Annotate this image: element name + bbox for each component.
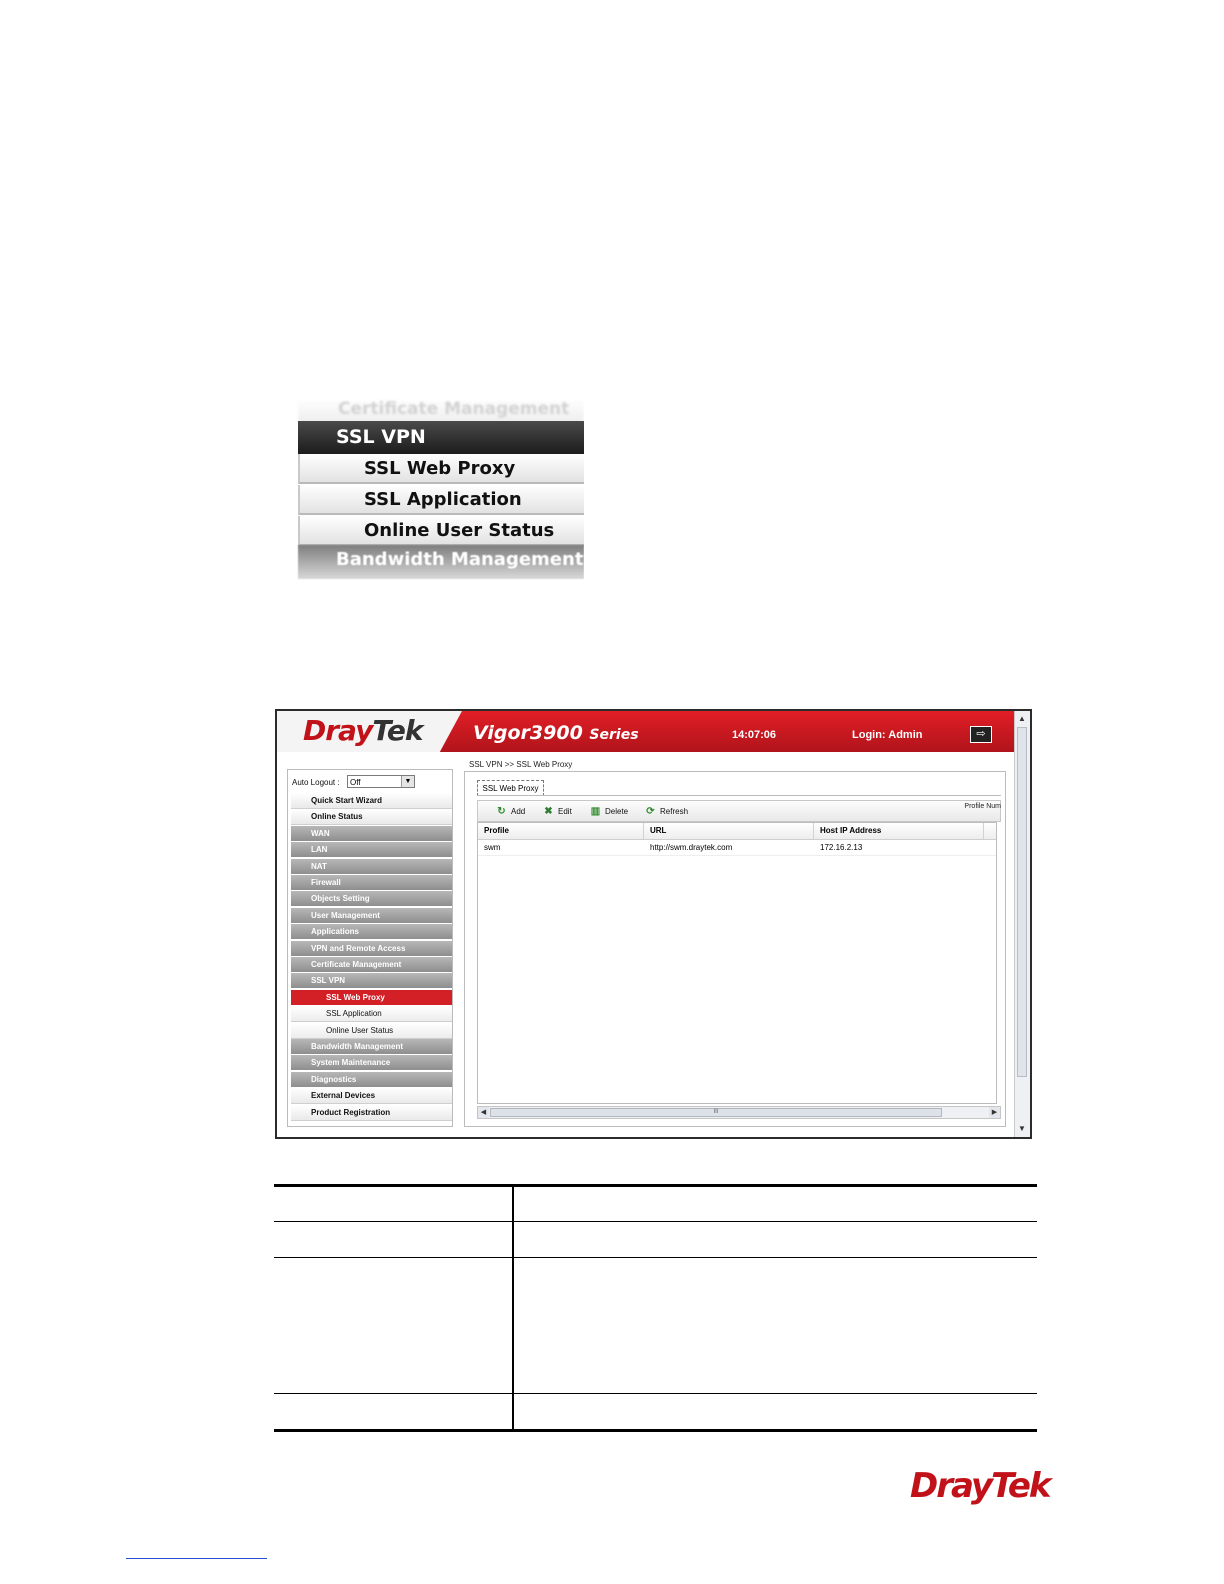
sidebar-item-nat[interactable]: NAT bbox=[291, 858, 452, 875]
zoomed-menu-snippet: Certificate Management SSL VPN SSL Web P… bbox=[278, 397, 584, 583]
refresh-button[interactable]: ⟳ Refresh bbox=[645, 805, 688, 819]
horizontal-scrollbar[interactable]: ◀ III ▶ bbox=[477, 1106, 1001, 1119]
system-clock: 14:07:06 bbox=[732, 729, 777, 741]
sidebar-item-ssl-web-proxy[interactable]: SSL Web Proxy bbox=[291, 989, 452, 1006]
refresh-label: Refresh bbox=[660, 807, 689, 816]
add-label: Add bbox=[511, 807, 526, 816]
scroll-down-arrow-icon[interactable]: ▼ bbox=[1016, 1123, 1028, 1135]
scrollbar-thumb[interactable] bbox=[1017, 727, 1027, 1077]
column-header-url[interactable]: URL bbox=[644, 823, 814, 839]
sidebar-item-ssl-application[interactable]: SSL Application bbox=[291, 1006, 452, 1023]
trash-icon: ▥ bbox=[590, 806, 601, 818]
sidebar-item-objects-setting[interactable]: Objects Setting bbox=[291, 891, 452, 908]
breadcrumb: SSL VPN >> SSL Web Proxy bbox=[469, 760, 573, 769]
toolbar: ↻ Add ✖ Edit ▥ Delete ⟳ Refresh Profile Num bbox=[477, 800, 1001, 822]
footer-link-underline bbox=[126, 1558, 267, 1559]
footer-logo-dray: Dray bbox=[910, 1466, 993, 1506]
tab-ssl-web-proxy[interactable]: SSL Web Proxy bbox=[477, 780, 544, 796]
auto-logout-label: Auto Logout : bbox=[292, 778, 340, 787]
scroll-right-arrow-icon[interactable]: ▶ bbox=[989, 1107, 1000, 1118]
table-column-divider bbox=[512, 1184, 514, 1432]
row-url: http://swm.draytek.com bbox=[650, 843, 733, 852]
sidebar-menu: Auto Logout : Off ▼ Quick Start Wizard On… bbox=[287, 769, 453, 1127]
sidebar-item-wan[interactable]: WAN bbox=[291, 825, 452, 842]
scroll-left-arrow-icon[interactable]: ◀ bbox=[478, 1107, 489, 1118]
model-name: Vigor3900 Series bbox=[473, 722, 639, 744]
sidebar-item-quick-start-wizard[interactable]: Quick Start Wizard bbox=[291, 793, 452, 809]
draytek-logo: DrayTek bbox=[303, 714, 423, 747]
table-rule bbox=[274, 1393, 1037, 1394]
tab-divider bbox=[477, 795, 1001, 796]
menu-item-bandwidth-management-faded: Bandwidth Management bbox=[298, 545, 584, 579]
logo-tek: Tek bbox=[372, 714, 423, 747]
profile-table: Profile URL Host IP Address swm http://s… bbox=[477, 822, 997, 1104]
sidebar-item-user-management[interactable]: User Management bbox=[291, 907, 452, 924]
model-series: Series bbox=[589, 727, 639, 743]
row-host-ip: 172.16.2.13 bbox=[820, 843, 863, 852]
sidebar-item-bandwidth-management[interactable]: Bandwidth Management bbox=[291, 1039, 452, 1055]
sidebar-item-lan[interactable]: LAN bbox=[291, 842, 452, 859]
edit-icon: ✖ bbox=[544, 806, 553, 818]
table-header: Profile URL Host IP Address bbox=[478, 823, 996, 840]
model-number: Vigor3900 bbox=[473, 722, 583, 744]
footer-draytek-logo: DrayTek bbox=[910, 1466, 1052, 1506]
menu-item-ssl-web-proxy[interactable]: SSL Web Proxy bbox=[298, 454, 584, 484]
table-rule bbox=[274, 1257, 1037, 1258]
refresh-icon: ⟳ bbox=[646, 806, 655, 818]
menu-header-ssl-vpn[interactable]: SSL VPN bbox=[298, 421, 584, 454]
edit-button[interactable]: ✖ Edit bbox=[543, 805, 572, 819]
menu-item-online-user-status[interactable]: Online User Status bbox=[298, 516, 584, 546]
column-header-profile[interactable]: Profile bbox=[478, 823, 644, 839]
logo-dray: Dray bbox=[303, 714, 373, 747]
sidebar-item-applications[interactable]: Applications bbox=[291, 924, 452, 941]
logout-icon[interactable]: ⇨ bbox=[970, 726, 992, 743]
content-panel: SSL Web Proxy ↻ Add ✖ Edit ▥ Delete ⟳ Refres… bbox=[464, 771, 1006, 1127]
edit-label: Edit bbox=[558, 807, 572, 816]
chevron-down-icon[interactable]: ▼ bbox=[401, 776, 414, 787]
header-banner: DrayTek Vigor3900 Series 14:07:06 Login:… bbox=[277, 711, 1017, 752]
sidebar-item-ssl-vpn[interactable]: SSL VPN bbox=[291, 973, 452, 990]
table-rule bbox=[274, 1221, 1037, 1222]
column-header-host-ip[interactable]: Host IP Address bbox=[814, 823, 984, 839]
sidebar-item-firewall[interactable]: Firewall bbox=[291, 875, 452, 891]
sidebar-item-online-status[interactable]: Online Status bbox=[291, 809, 452, 826]
delete-label: Delete bbox=[605, 807, 629, 816]
auto-logout-value: Off bbox=[350, 778, 361, 787]
menu-item-ssl-application[interactable]: SSL Application bbox=[298, 485, 584, 515]
sidebar-item-product-registration[interactable]: Product Registration bbox=[291, 1104, 452, 1121]
sidebar-item-system-maintenance[interactable]: System Maintenance bbox=[291, 1055, 452, 1072]
auto-logout-select[interactable]: Off ▼ bbox=[347, 775, 415, 788]
sidebar-item-online-user-status[interactable]: Online User Status bbox=[291, 1022, 452, 1039]
table-rule-bottom bbox=[274, 1429, 1037, 1432]
delete-button[interactable]: ▥ Delete bbox=[590, 805, 628, 819]
description-table bbox=[274, 1184, 1037, 1432]
login-user: Login: Admin bbox=[852, 729, 923, 741]
profile-number-label: Profile Num bbox=[964, 803, 1001, 810]
scroll-up-arrow-icon[interactable]: ▲ bbox=[1016, 713, 1028, 725]
horizontal-scrollbar-thumb[interactable]: III bbox=[490, 1108, 942, 1117]
table-rule-top bbox=[274, 1184, 1037, 1187]
router-web-ui-screenshot: DrayTek Vigor3900 Series 14:07:06 Login:… bbox=[275, 709, 1032, 1139]
row-profile: swm bbox=[484, 843, 501, 852]
table-row[interactable]: swm http://swm.draytek.com 172.16.2.13 bbox=[478, 840, 996, 856]
sidebar-item-diagnostics[interactable]: Diagnostics bbox=[291, 1071, 452, 1088]
footer-logo-tek: Tek bbox=[991, 1466, 1052, 1506]
sidebar-item-certificate-management[interactable]: Certificate Management bbox=[291, 957, 452, 973]
add-icon: ↻ bbox=[497, 806, 506, 818]
vertical-scrollbar[interactable]: ▲ ▼ bbox=[1014, 711, 1030, 1137]
sidebar-item-external-devices[interactable]: External Devices bbox=[291, 1088, 452, 1105]
sidebar-item-vpn-and-remote-access[interactable]: VPN and Remote Access bbox=[291, 940, 452, 957]
add-button[interactable]: ↻ Add bbox=[496, 805, 525, 819]
